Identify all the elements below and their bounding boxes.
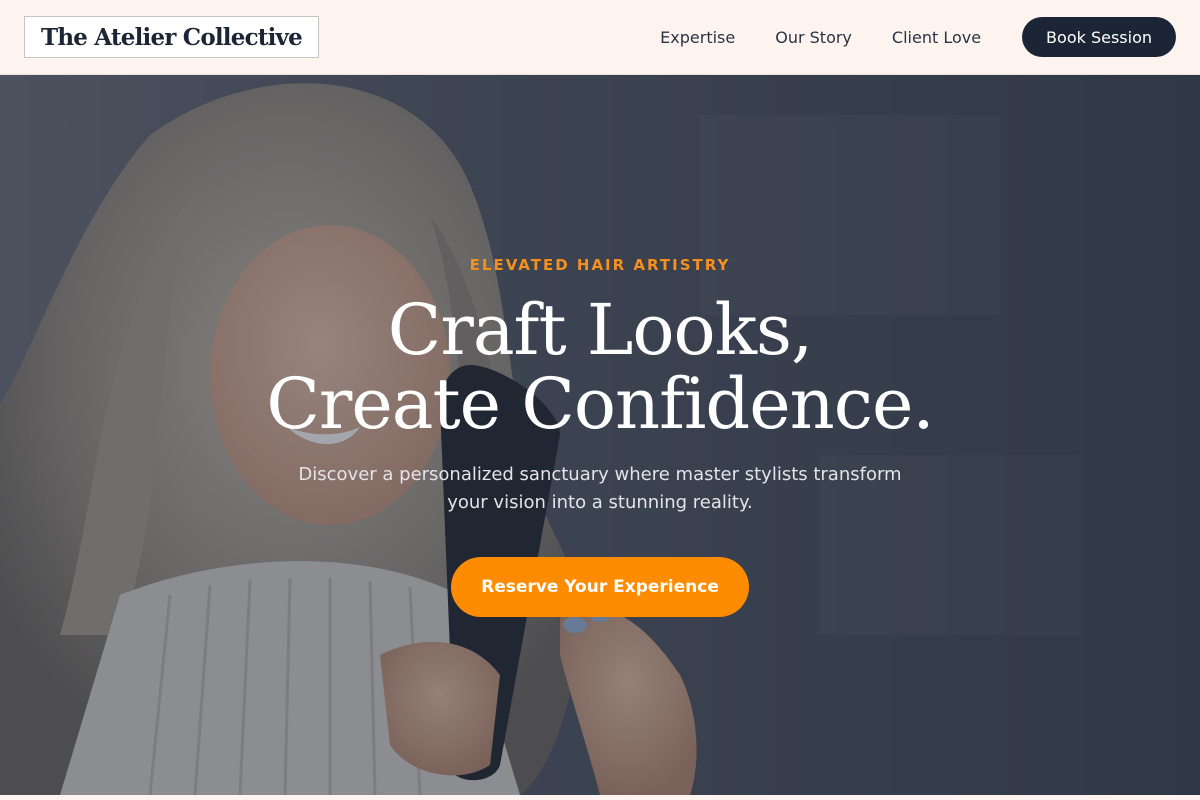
logo[interactable]: The Atelier Collective <box>24 16 319 58</box>
book-session-button[interactable]: Book Session <box>1022 17 1176 57</box>
nav-link-client-love[interactable]: Client Love <box>892 28 981 47</box>
hero-subtext: Discover a personalized sanctuary where … <box>298 464 902 513</box>
headline-line-2: Create Confidence. <box>266 363 934 445</box>
headline-line-1: Craft Looks, <box>387 289 813 371</box>
nav-link-our-story[interactable]: Our Story <box>775 28 852 47</box>
main-nav: Expertise Our Story Client Love Book Ses… <box>660 17 1176 57</box>
site-header: The Atelier Collective Expertise Our Sto… <box>0 0 1200 75</box>
hero-headline: Craft Looks, Create Confidence. <box>0 293 1200 441</box>
nav-link-expertise[interactable]: Expertise <box>660 28 735 47</box>
reserve-experience-button[interactable]: Reserve Your Experience <box>451 557 749 617</box>
hero-eyebrow: ELEVATED HAIR ARTISTRY <box>469 256 731 274</box>
hero-section: ELEVATED HAIR ARTISTRY Craft Looks, Crea… <box>0 75 1200 795</box>
hero-content: ELEVATED HAIR ARTISTRY Craft Looks, Crea… <box>0 75 1200 795</box>
